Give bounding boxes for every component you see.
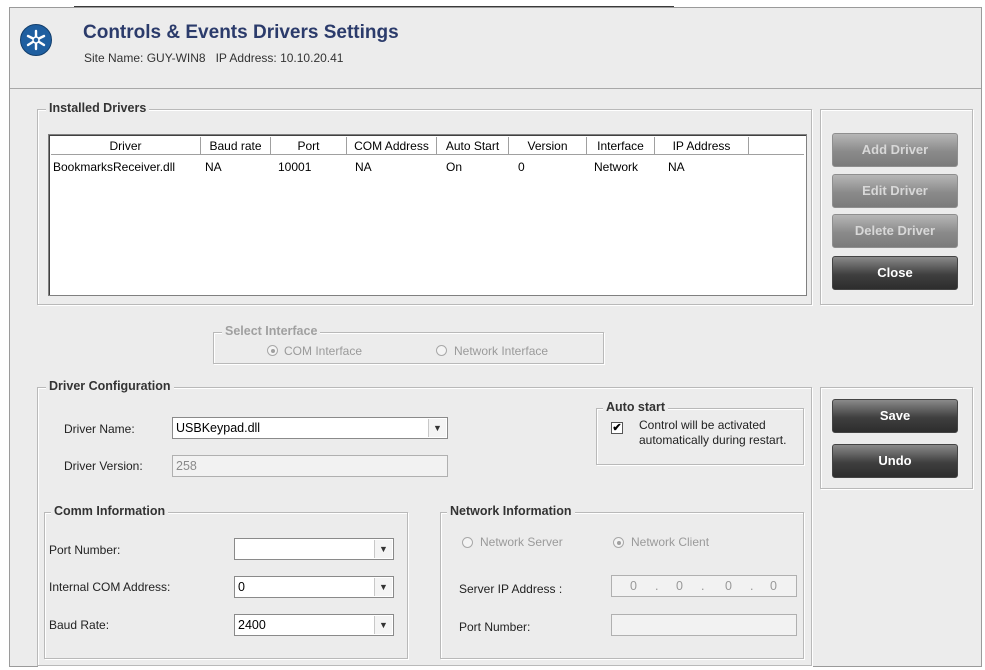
network-information-legend: Network Information: [447, 504, 575, 518]
driver-version-label: Driver Version:: [64, 459, 143, 473]
chevron-down-icon[interactable]: ▼: [374, 578, 392, 596]
window-title: Controls & Events Drivers Settings: [83, 22, 399, 43]
ip-octet-4: 0: [770, 579, 777, 593]
baud-rate-value: 2400: [238, 618, 266, 632]
cell-ip-address: NA: [668, 160, 685, 174]
auto-start-legend: Auto start: [603, 400, 669, 414]
driver-version-field: 258: [172, 455, 448, 477]
network-interface-label: Network Interface: [454, 344, 549, 358]
add-driver-button[interactable]: Add Driver: [832, 133, 958, 167]
app-logo-icon: [20, 24, 52, 56]
col-filler: [749, 137, 804, 155]
cell-port: 10001: [278, 160, 312, 174]
ip-octet-1: 0: [630, 579, 637, 593]
server-ip-label: Server IP Address :: [459, 582, 563, 596]
com-interface-label: COM Interface: [284, 344, 363, 358]
ip-dot-3: .: [750, 579, 754, 593]
network-server-radio[interactable]: [462, 537, 473, 548]
network-information-group: Network Information Network Server Netwo…: [440, 504, 804, 659]
cell-version: 0: [518, 160, 525, 174]
col-version[interactable]: Version: [509, 137, 587, 155]
cell-com-address: NA: [355, 160, 372, 174]
col-ip-address[interactable]: IP Address: [655, 137, 749, 155]
site-info: Site Name: GUY-WIN8 IP Address: 10.10.20.…: [84, 51, 353, 65]
auto-start-text-1: Control will be activated: [639, 418, 766, 432]
driver-name-value: USBKeypad.dll: [176, 421, 261, 435]
auto-start-text-2: automatically during restart.: [639, 433, 787, 447]
com-interface-radio[interactable]: [267, 345, 278, 356]
internal-com-address-select[interactable]: 0 ▼: [234, 576, 394, 598]
col-interface[interactable]: Interface: [587, 137, 655, 155]
network-interface-radio[interactable]: [436, 345, 447, 356]
close-button[interactable]: Close: [832, 256, 958, 290]
col-port[interactable]: Port: [271, 137, 347, 155]
chevron-down-icon[interactable]: ▼: [428, 419, 446, 437]
baud-rate-label: Baud Rate:: [49, 618, 110, 632]
network-port-number-label: Port Number:: [459, 620, 531, 634]
auto-start-checkbox[interactable]: ✔: [611, 422, 623, 434]
server-ip-field[interactable]: 0 . 0 . 0 . 0: [611, 575, 797, 597]
col-driver[interactable]: Driver: [51, 137, 201, 155]
port-number-select[interactable]: ▼: [234, 538, 394, 560]
settings-window: Controls & Events Drivers Settings Site …: [9, 7, 982, 667]
network-port-number-field: [611, 614, 797, 636]
save-button[interactable]: Save: [832, 399, 958, 433]
internal-com-address-value: 0: [238, 580, 245, 594]
ip-octet-2: 0: [676, 579, 683, 593]
header: Controls & Events Drivers Settings Site …: [10, 8, 981, 89]
ip-address: IP Address: 10.10.20.41: [215, 51, 344, 65]
driver-name-select[interactable]: USBKeypad.dll ▼: [172, 417, 448, 439]
installed-drivers-legend: Installed Drivers: [46, 101, 150, 115]
col-com-address[interactable]: COM Address: [347, 137, 437, 155]
edit-driver-button[interactable]: Edit Driver: [832, 174, 958, 208]
network-client-radio[interactable]: [613, 537, 624, 548]
cell-baud-rate: NA: [205, 160, 222, 174]
delete-driver-button[interactable]: Delete Driver: [832, 214, 958, 248]
undo-button[interactable]: Undo: [832, 444, 958, 478]
comm-information-group: Comm Information Port Number: ▼ Internal…: [44, 504, 408, 659]
cell-auto-start: On: [446, 160, 463, 174]
select-interface-group: Select Interface COM Interface Network I…: [213, 324, 604, 364]
drivers-list[interactable]: Driver Baud rate Port COM Address Auto S…: [48, 134, 807, 296]
port-number-label: Port Number:: [49, 543, 121, 557]
network-client-label: Network Client: [631, 535, 710, 549]
auto-start-group: Auto start ✔ Control will be activated a…: [596, 400, 804, 465]
site-name: Site Name: GUY-WIN8: [84, 51, 206, 65]
select-interface-legend: Select Interface: [222, 324, 321, 338]
cell-driver: BookmarksReceiver.dll: [53, 160, 176, 174]
cell-interface: Network: [594, 160, 639, 174]
network-server-label: Network Server: [480, 535, 563, 549]
installed-drivers-group: Installed Drivers Driver Baud rate Port …: [37, 101, 812, 305]
chevron-down-icon[interactable]: ▼: [374, 616, 392, 634]
col-auto-start[interactable]: Auto Start: [437, 137, 509, 155]
ip-dot-2: .: [701, 579, 705, 593]
driver-configuration-group: Driver Configuration Driver Name: USBKey…: [37, 379, 812, 666]
ip-octet-3: 0: [725, 579, 732, 593]
driver-configuration-legend: Driver Configuration: [46, 379, 174, 393]
comm-information-legend: Comm Information: [51, 504, 169, 518]
chevron-down-icon[interactable]: ▼: [374, 540, 392, 558]
col-baud-rate[interactable]: Baud rate: [201, 137, 271, 155]
ip-dot-1: .: [655, 579, 659, 593]
driver-name-label: Driver Name:: [64, 422, 135, 436]
internal-com-address-label: Internal COM Address:: [49, 580, 171, 594]
baud-rate-select[interactable]: 2400 ▼: [234, 614, 394, 636]
